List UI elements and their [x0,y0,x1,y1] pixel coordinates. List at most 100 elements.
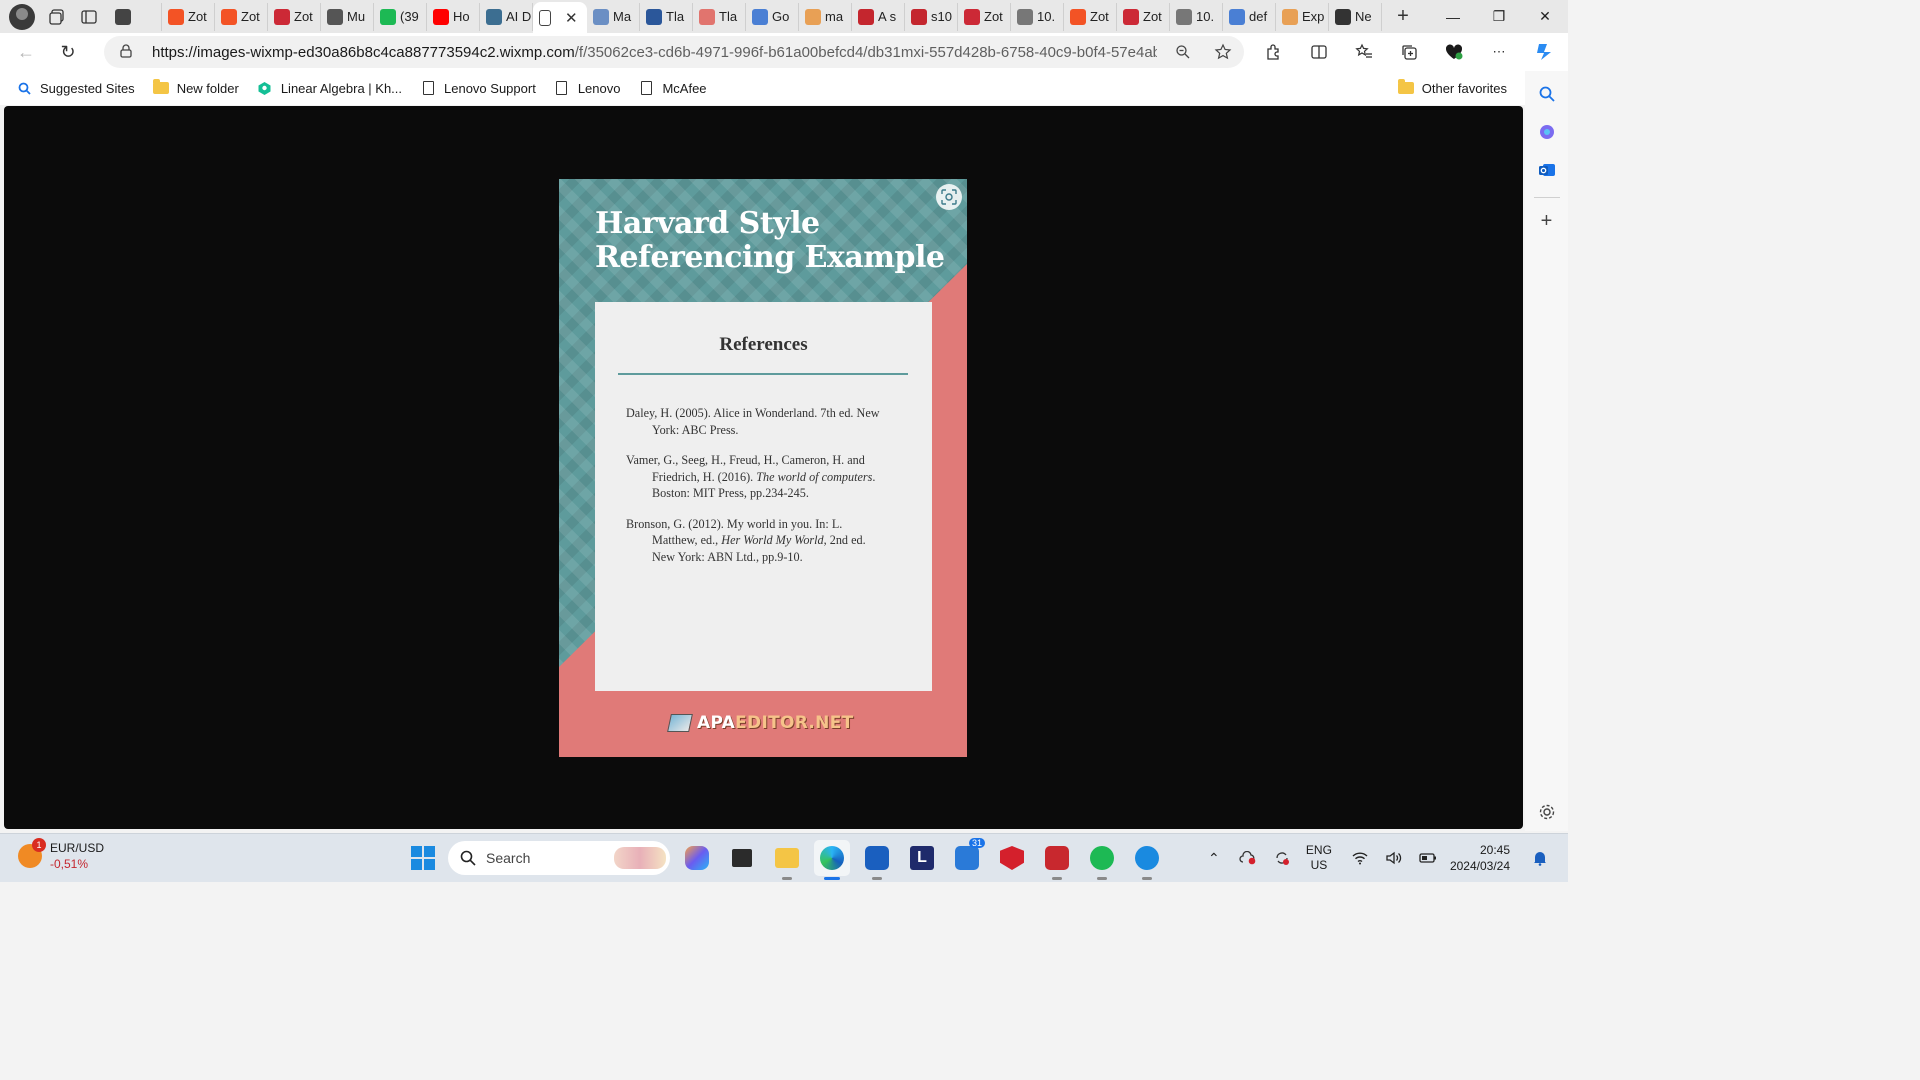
sidebar-search-icon[interactable] [1532,79,1562,109]
browser-tab[interactable]: Zot [268,2,321,31]
copilot-icon[interactable] [1528,36,1560,68]
sidebar-add-icon[interactable]: + [1532,206,1562,236]
zotero-app-icon[interactable] [1039,840,1075,880]
help-app-icon[interactable] [1129,840,1165,880]
sidebar-copilot-icon[interactable] [1532,117,1562,147]
browser-tab[interactable]: Zot [958,2,1011,31]
tab-favicon-icon [964,8,980,25]
sidebar-settings-icon[interactable] [1532,797,1562,827]
browser-tab[interactable]: Zot [1064,2,1117,31]
sync-icon[interactable] [1268,844,1296,872]
battery-icon[interactable] [1414,844,1442,872]
tab-label: Go [772,9,790,24]
refresh-button[interactable]: ↻ [52,36,84,68]
close-tab-icon[interactable]: ✕ [565,9,578,27]
browser-tab[interactable]: Mu [321,2,374,31]
more-options-icon[interactable]: ⋯ [1483,36,1515,68]
edge-app-icon[interactable] [814,840,850,880]
ticker-widget[interactable]: 1 EUR/USD -0,51% [18,838,105,872]
url-text[interactable]: https://images-wixmp-ed30a86b8c4ca887773… [152,44,1157,61]
tab-strip: Zot Zot Zot Mu (39 Ho AI D ✕ Ma Tla Tla Go ma A s s10 Z… [0,0,1568,33]
address-bar[interactable]: https://images-wixmp-ed30a86b8c4ca887773… [104,36,1244,68]
tab-favicon-icon [1335,8,1351,25]
store-app-icon[interactable] [859,840,895,880]
other-favorites[interactable]: Other favorites [1397,79,1507,96]
reference-list: Daley, H. (2005). Alice in Wonderland. 7… [626,405,888,579]
browser-tab[interactable]: def [1223,2,1276,31]
restore-button[interactable]: ❐ [1476,0,1522,33]
favorite-label: McAfee [662,80,707,96]
khan-icon [257,80,273,96]
browser-tab[interactable]: ma [799,2,852,31]
browser-tab[interactable]: Tla [693,2,746,31]
clock[interactable]: 20:45 2024/03/24 [1450,842,1510,874]
close-window-button[interactable]: ✕ [1522,0,1568,33]
favorite-mcafee[interactable]: McAfee [638,80,707,96]
favorite-linear-algebra[interactable]: Linear Algebra | Kh... [257,80,402,96]
favorite-star-icon[interactable] [1209,38,1237,66]
browser-essentials-icon[interactable] [1438,36,1470,68]
ticker-name: EUR/USD [50,841,105,855]
collections-icon[interactable] [1393,36,1425,68]
language-indicator[interactable]: ENG US [1306,843,1332,873]
copilot-app-icon[interactable] [679,840,715,876]
wifi-icon[interactable] [1346,844,1374,872]
start-button[interactable] [405,840,441,876]
favorite-lenovo[interactable]: Lenovo [554,80,620,96]
back-button[interactable]: ← [10,36,42,68]
volume-icon[interactable] [1380,844,1408,872]
window-controls: — ❐ ✕ [1430,0,1568,33]
tab-favicon-icon [274,8,290,25]
vertical-tabs-icon[interactable] [77,5,101,29]
tab-label: Zot [1143,9,1162,24]
favorite-label: New folder [176,80,239,96]
tab-active[interactable]: ✕ [533,2,587,33]
tab-label: Tla [719,9,738,24]
task-view-icon[interactable] [724,840,760,876]
browser-tab[interactable]: Ma [587,2,640,31]
title-line-2: Referencing Example [595,240,945,275]
browser-tab[interactable]: A s [852,2,905,31]
profile-avatar[interactable] [9,3,35,30]
teams-calendar-icon[interactable]: 31 [949,838,985,876]
browser-tab[interactable]: 10. [1011,2,1064,31]
minimize-button[interactable]: — [1430,0,1476,33]
browser-tab[interactable] [109,2,162,31]
favorites-icon[interactable] [1348,36,1380,68]
favorite-suggested-sites[interactable]: Suggested Sites [16,80,135,96]
favorite-lenovo-support[interactable]: Lenovo Support [420,80,536,96]
file-explorer-icon[interactable] [769,840,805,880]
browser-tab[interactable]: Zot [215,2,268,31]
onedrive-error-icon[interactable] [1234,844,1262,872]
split-screen-icon[interactable] [1303,36,1335,68]
browser-tab[interactable]: 10. [1170,2,1223,31]
sidebar-outlook-icon[interactable] [1532,155,1562,185]
keyboard-layout: US [1310,858,1328,872]
spotify-app-icon[interactable] [1084,840,1120,880]
lock-icon[interactable] [120,43,134,61]
chevron-up-icon[interactable]: ⌃ [1200,844,1228,872]
zoom-icon[interactable] [1169,38,1197,66]
lenovo-app-icon[interactable]: L [904,840,940,876]
mcafee-app-icon[interactable] [994,840,1030,876]
browser-tab[interactable]: Zot [1117,2,1170,31]
browser-tab[interactable]: AI D [480,2,533,31]
browser-tab[interactable]: (39 [374,2,427,31]
browser-tab[interactable]: Zot [162,2,215,31]
new-tab-button[interactable]: + [1388,3,1418,31]
browser-tab[interactable]: Exp [1276,2,1329,31]
browser-tab[interactable]: Ho [427,2,480,31]
workspaces-icon[interactable] [45,5,69,29]
favorite-new-folder[interactable]: New folder [152,79,239,96]
references-sheet: References Daley, H. (2005). Alice in Wo… [595,302,932,691]
browser-tab[interactable]: Ne [1329,2,1382,31]
visual-search-icon[interactable] [936,184,962,210]
extensions-icon[interactable] [1258,36,1290,68]
taskbar-apps: Search L 31 [405,838,1165,880]
notification-bell-icon[interactable] [1526,844,1554,872]
browser-tab[interactable]: Tla [640,2,693,31]
tab-label: Zot [241,9,260,24]
browser-tab[interactable]: s10 [905,2,958,31]
browser-tab[interactable]: Go [746,2,799,31]
taskbar-search[interactable]: Search [448,841,670,875]
